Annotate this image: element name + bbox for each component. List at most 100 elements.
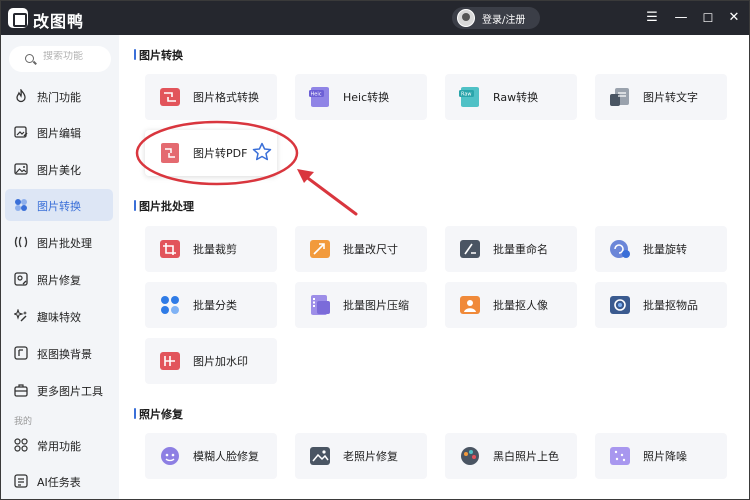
sidebar-item-beautify[interactable]: 图片美化 xyxy=(5,153,113,185)
batch-icon xyxy=(14,236,28,248)
search-input[interactable] xyxy=(43,51,107,62)
card-label: 照片降噪 xyxy=(643,450,687,463)
batch-classify-icon xyxy=(161,296,179,314)
section-title: 图片转换 xyxy=(134,49,183,62)
card-label: 图片转PDF xyxy=(193,147,248,160)
section-title: 图片批处理 xyxy=(134,200,194,213)
app-window: 改图鸭 登录/注册 ☰ — ☐ ✕ 热门功能 图片编辑 图片美化 图片转换 xyxy=(0,0,750,500)
card-image-to-text[interactable]: 图片转文字 xyxy=(595,74,727,120)
sidebar-item-label: 图片编辑 xyxy=(37,127,81,140)
photo-repair-icon xyxy=(14,272,28,286)
login-button[interactable]: 登录/注册 xyxy=(452,7,540,29)
sidebar-item-hot[interactable]: 热门功能 xyxy=(5,80,113,112)
colorize-icon xyxy=(461,447,479,465)
section-title: 照片修复 xyxy=(134,408,183,421)
menu-button[interactable]: ☰ xyxy=(644,10,660,26)
denoise-icon xyxy=(610,447,630,465)
sidebar-item-cutout[interactable]: 抠图换背景 xyxy=(5,337,113,369)
card-label: 批量图片压缩 xyxy=(343,299,409,312)
maximize-button[interactable]: ☐ xyxy=(700,10,716,26)
card-batch-rotate[interactable]: 批量旋转 xyxy=(595,226,727,272)
card-denoise[interactable]: 照片降噪 xyxy=(595,433,727,479)
sidebar-item-more-tools[interactable]: 更多图片工具 xyxy=(5,374,113,406)
app-logo-icon xyxy=(8,8,28,28)
main-content: 图片转换 图片格式转换 Heic Heic转换 Raw Raw转换 图片转文字 … xyxy=(119,35,749,499)
close-button[interactable]: ✕ xyxy=(726,10,742,26)
card-label: 模糊人脸修复 xyxy=(193,450,259,463)
raw-badge-text: Raw xyxy=(461,92,472,98)
title-bar: 改图鸭 登录/注册 ☰ — ☐ ✕ xyxy=(1,1,749,35)
old-photo-icon xyxy=(310,447,330,465)
flame-icon xyxy=(16,89,26,103)
sidebar-section-mine: 我的 xyxy=(14,417,33,427)
sidebar-item-convert[interactable]: 图片转换 xyxy=(5,189,113,221)
sidebar-item-label: 热门功能 xyxy=(37,91,81,104)
card-label: 图片转文字 xyxy=(643,91,698,104)
image-edit-icon xyxy=(14,126,28,138)
sidebar-item-label: 常用功能 xyxy=(37,440,81,453)
raw-icon: Raw xyxy=(459,87,479,107)
batch-resize-icon xyxy=(310,240,330,258)
sidebar-item-batch[interactable]: 图片批处理 xyxy=(5,226,113,258)
batch-object-icon xyxy=(610,296,630,314)
card-label: 批量裁剪 xyxy=(193,243,237,256)
task-list-icon xyxy=(14,474,28,488)
watermark-icon xyxy=(160,352,180,370)
login-label: 登录/注册 xyxy=(482,15,526,26)
card-heic-convert[interactable]: Heic Heic转换 xyxy=(295,74,427,120)
card-watermark[interactable]: 图片加水印 xyxy=(145,338,277,384)
sidebar-item-edit[interactable]: 图片编辑 xyxy=(5,116,113,148)
format-convert-icon xyxy=(160,88,180,106)
sidebar-item-ai-tasks[interactable]: AI任务表 xyxy=(5,465,113,497)
card-image-to-pdf[interactable]: 图片转PDF xyxy=(145,130,277,176)
card-label: Raw转换 xyxy=(493,91,539,104)
card-label: 批量重命名 xyxy=(493,243,548,256)
sidebar-item-favorites[interactable]: 常用功能 xyxy=(5,429,113,461)
sidebar-item-repair[interactable]: 照片修复 xyxy=(5,263,113,295)
image-to-text-icon xyxy=(610,88,629,106)
card-batch-rename[interactable]: 批量重命名 xyxy=(445,226,577,272)
sidebar-item-label: 图片批处理 xyxy=(37,237,92,250)
card-face-repair[interactable]: 模糊人脸修复 xyxy=(145,433,277,479)
card-batch-compress[interactable]: 批量图片压缩 xyxy=(295,282,427,328)
sidebar-item-label: AI任务表 xyxy=(37,476,81,489)
image-convert-icon xyxy=(15,199,27,211)
sidebar-item-label: 图片转换 xyxy=(37,200,81,213)
image-beautify-icon xyxy=(14,163,28,175)
card-label: 批量抠物品 xyxy=(643,299,698,312)
card-label: 批量改尺寸 xyxy=(343,243,398,256)
star-icon[interactable] xyxy=(252,142,272,162)
toolbox-icon xyxy=(14,384,28,397)
app-title: 改图鸭 xyxy=(33,12,85,31)
card-label: 黑白照片上色 xyxy=(493,450,559,463)
card-old-photo[interactable]: 老照片修复 xyxy=(295,433,427,479)
cutout-icon xyxy=(14,346,28,360)
minimize-button[interactable]: — xyxy=(673,10,689,26)
card-batch-object[interactable]: 批量抠物品 xyxy=(595,282,727,328)
card-label: 批量分类 xyxy=(193,299,237,312)
image-to-pdf-icon xyxy=(161,143,179,163)
card-label: 图片格式转换 xyxy=(193,91,259,104)
card-format-convert[interactable]: 图片格式转换 xyxy=(145,74,277,120)
card-label: 批量抠人像 xyxy=(493,299,548,312)
card-batch-portrait[interactable]: 批量抠人像 xyxy=(445,282,577,328)
card-raw-convert[interactable]: Raw Raw转换 xyxy=(445,74,577,120)
face-repair-icon xyxy=(161,447,179,465)
sidebar-item-effects[interactable]: 趣味特效 xyxy=(5,300,113,332)
card-batch-resize[interactable]: 批量改尺寸 xyxy=(295,226,427,272)
sidebar: 热门功能 图片编辑 图片美化 图片转换 图片批处理 照片修复 趣味特效 抠图换 xyxy=(1,35,119,499)
card-batch-classify[interactable]: 批量分类 xyxy=(145,282,277,328)
card-label: 批量旋转 xyxy=(643,243,687,256)
sidebar-item-label: 抠图换背景 xyxy=(37,348,92,361)
batch-compress-icon xyxy=(311,295,330,315)
batch-rename-icon xyxy=(460,240,480,258)
card-label: 老照片修复 xyxy=(343,450,398,463)
sidebar-item-label: 图片美化 xyxy=(37,164,81,177)
card-batch-crop[interactable]: 批量裁剪 xyxy=(145,226,277,272)
card-colorize[interactable]: 黑白照片上色 xyxy=(445,433,577,479)
batch-portrait-icon xyxy=(460,296,480,314)
card-label: Heic转换 xyxy=(343,91,390,104)
heic-badge-text: Heic xyxy=(311,92,322,98)
sidebar-item-label: 更多图片工具 xyxy=(37,385,103,398)
search-box[interactable] xyxy=(9,46,111,72)
